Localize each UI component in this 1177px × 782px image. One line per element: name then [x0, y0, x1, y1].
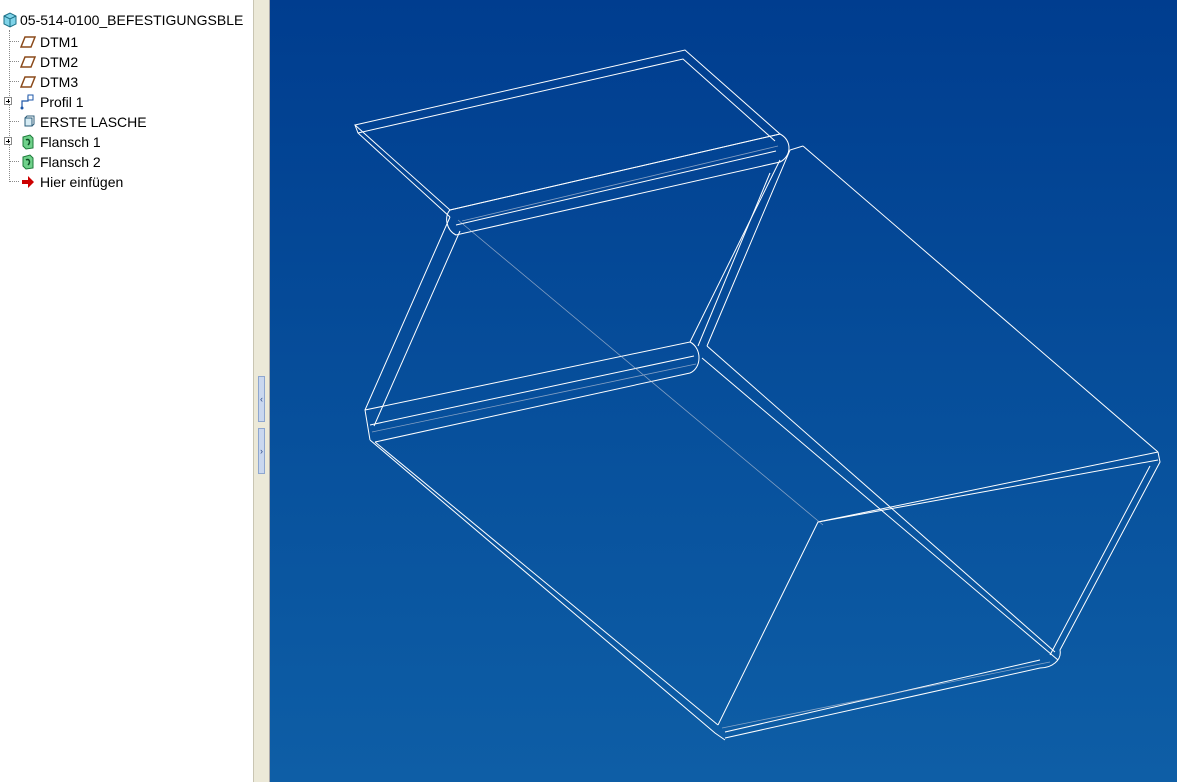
tree-root-label: 05-514-0100_BEFESTIGUNGSBLE — [20, 12, 244, 28]
creo-window: 05-514-0100_BEFESTIGUNGSBLE DTM1 DTM2 DT… — [0, 0, 1177, 782]
hidden-edges — [371, 145, 1051, 729]
tree-item-profil-1[interactable]: Profil 1 — [0, 92, 253, 112]
tree-connector — [10, 161, 19, 163]
datum-plane-icon — [19, 74, 37, 90]
tree-connector — [10, 181, 19, 183]
sketch-icon — [20, 94, 36, 110]
tree-item-label: DTM1 — [40, 34, 79, 50]
tree-item-flansch-1[interactable]: Flansch 1 — [0, 132, 253, 152]
wireframe-model — [353, 49, 1161, 741]
tree-connector — [10, 121, 19, 123]
visible-edges — [353, 49, 1161, 741]
tree-item-insert-here[interactable]: Hier einfügen — [0, 172, 253, 192]
tree-item-label: Flansch 1 — [40, 134, 101, 150]
datum-plane-icon — [19, 34, 37, 50]
datum-plane-icon — [19, 54, 37, 70]
expand-toggle-icon[interactable] — [4, 97, 12, 105]
tree-item-label: Flansch 2 — [40, 154, 101, 170]
tree-connector — [10, 81, 19, 83]
model-tree-panel: 05-514-0100_BEFESTIGUNGSBLE DTM1 DTM2 DT… — [0, 0, 253, 782]
tree-connector — [10, 61, 19, 63]
tree-item-dtm3[interactable]: DTM3 — [0, 72, 253, 92]
tree-item-erste-lasche[interactable]: ERSTE LASCHE — [0, 112, 253, 132]
insert-here-arrow-icon — [20, 174, 36, 190]
flange-icon — [20, 154, 36, 170]
collapse-panel-button[interactable]: ‹ — [258, 376, 265, 422]
tree-root-item[interactable]: 05-514-0100_BEFESTIGUNGSBLE — [0, 10, 253, 30]
tree-item-flansch-2[interactable]: Flansch 2 — [0, 152, 253, 172]
part-icon — [2, 12, 18, 28]
tree-item-label: Hier einfügen — [40, 174, 124, 190]
tree-item-label: Profil 1 — [40, 94, 84, 110]
expand-panel-button[interactable]: › — [258, 428, 265, 474]
tree-item-label: DTM3 — [40, 74, 79, 90]
tree-item-label: ERSTE LASCHE — [40, 114, 147, 130]
tree-connector — [10, 41, 19, 43]
expand-toggle-icon[interactable] — [4, 137, 12, 145]
panel-splitter[interactable]: ‹ › — [253, 0, 270, 782]
graphics-viewport[interactable] — [270, 0, 1177, 782]
tree-item-label: DTM2 — [40, 54, 79, 70]
tree-item-dtm2[interactable]: DTM2 — [0, 52, 253, 72]
flange-icon — [20, 134, 36, 150]
sheetmetal-wall-icon — [20, 114, 36, 130]
tree-item-dtm1[interactable]: DTM1 — [0, 32, 253, 52]
